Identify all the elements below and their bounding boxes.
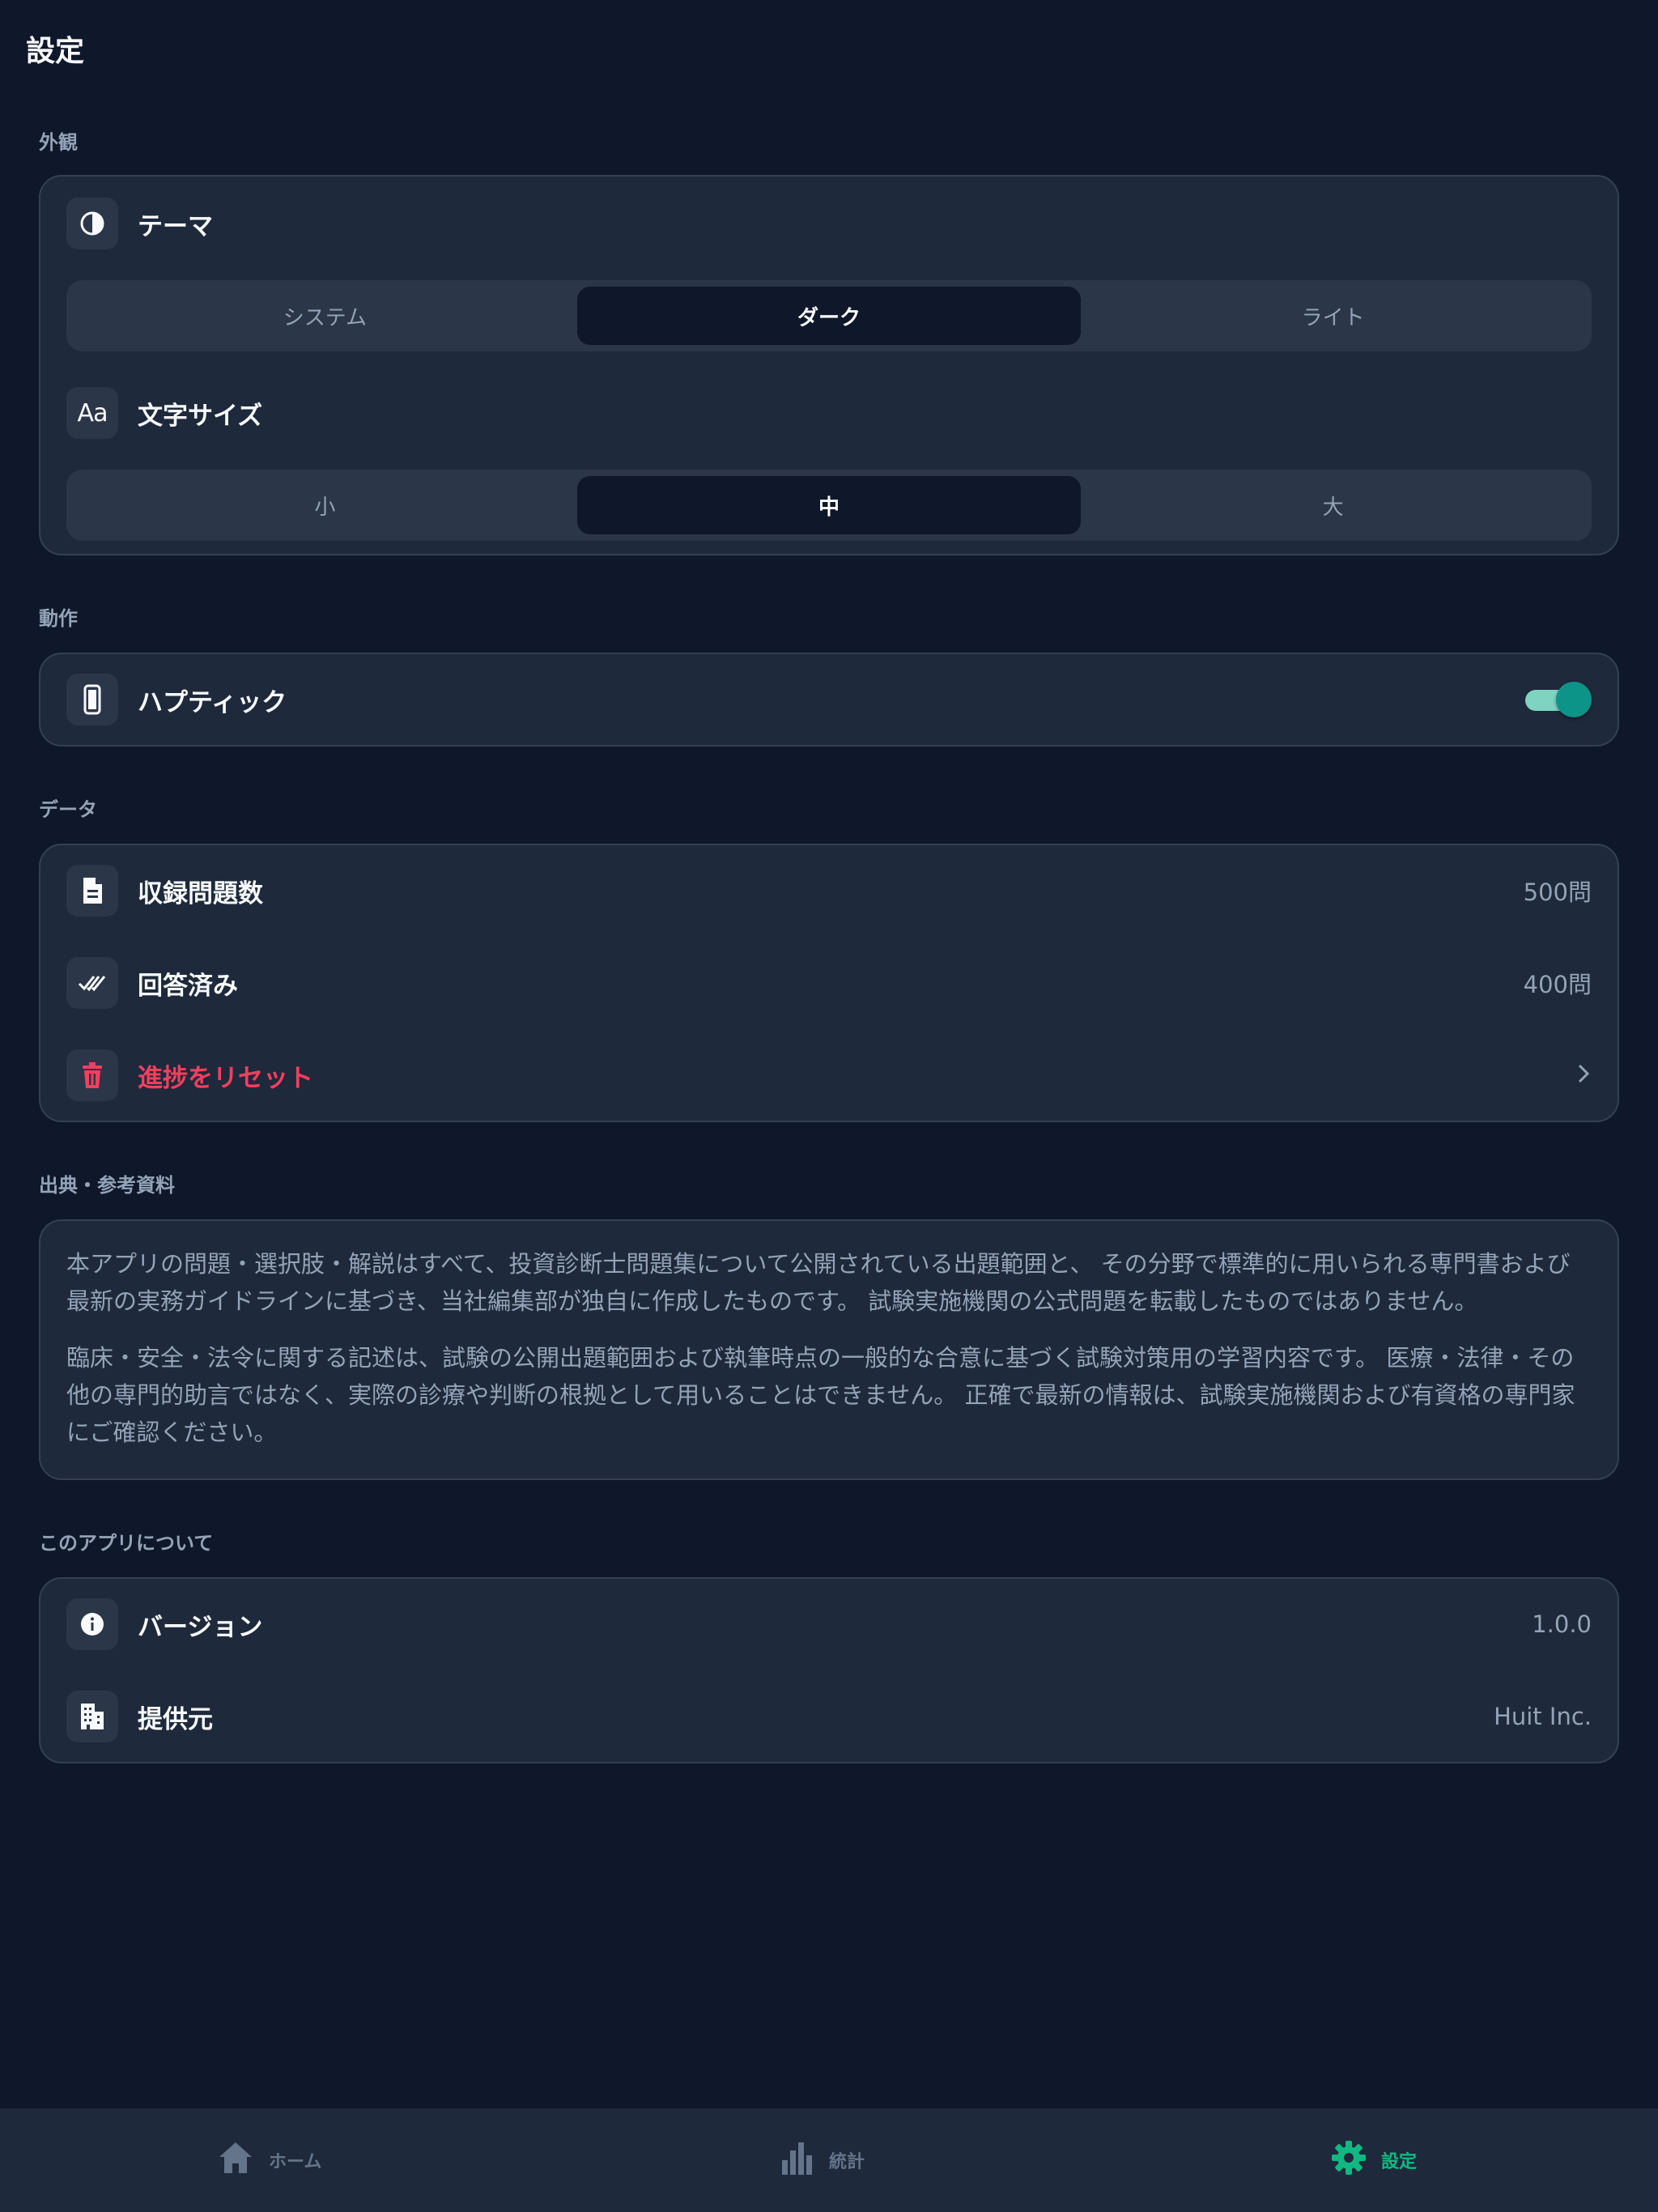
version-row: バージョン 1.0.0 (66, 1598, 1592, 1650)
nav-item-home[interactable]: ホーム (217, 2108, 321, 2212)
font-size-label: 文字サイズ (138, 401, 263, 431)
answered-row: 回答済み 400問 (66, 957, 1592, 1009)
haptic-label: ハプティック (138, 687, 287, 717)
nav-item-settings-label: 設定 (1381, 2152, 1418, 2172)
bottom-navigation: ホーム 統計 設定 (0, 2108, 1658, 2212)
provider-value: Huit Inc. (1494, 1703, 1592, 1730)
text-size-icon-glyph: Aa (77, 398, 108, 428)
reset-progress-label: 進捗をリセット (138, 1063, 313, 1093)
haptic-toggle[interactable] (1525, 682, 1592, 717)
contrast-icon (66, 198, 118, 249)
about-card: バージョン 1.0.0 提供元 Huit Inc. (39, 1577, 1619, 1763)
font-size-option-large[interactable]: 大 (1081, 476, 1585, 534)
nav-item-settings[interactable]: 設定 (1331, 2108, 1417, 2212)
theme-label: テーマ (138, 211, 213, 241)
section-label-about: このアプリについて (39, 1532, 214, 1555)
version-label: バージョン (138, 1612, 263, 1642)
building-icon (66, 1691, 118, 1742)
version-value: 1.0.0 (1532, 1610, 1592, 1638)
phone-icon (66, 674, 118, 725)
nav-item-stats-label: 統計 (829, 2152, 865, 2172)
total-questions-label: 収録問題数 (138, 878, 263, 908)
appearance-card: テーマ システム ダーク ライト Aa 文字サイズ 小 中 大 (39, 175, 1619, 555)
data-card: 収録問題数 500問 回答済み 400問 進捗をリセット (39, 844, 1619, 1122)
trash-icon (66, 1049, 118, 1101)
bar-chart-icon (780, 2139, 814, 2181)
provider-label: 提供元 (138, 1704, 213, 1734)
text-size-icon: Aa (66, 387, 118, 439)
font-size-option-small[interactable]: 小 (73, 476, 577, 534)
answered-label: 回答済み (138, 971, 238, 1001)
double-check-icon (66, 957, 118, 1009)
theme-option-light[interactable]: ライト (1081, 287, 1585, 345)
theme-option-dark[interactable]: ダーク (576, 287, 1082, 345)
document-icon (66, 865, 118, 917)
nav-item-stats[interactable]: 統計 (780, 2108, 865, 2212)
gear-icon (1331, 2140, 1367, 2180)
section-label-sources: 出典・参考資料 (39, 1174, 175, 1197)
sources-paragraph-1: 本アプリの問題・選択肢・解説はすべて、投資診断士問題集について公開されている出題… (66, 1250, 1571, 1315)
section-label-behavior: 動作 (39, 607, 78, 630)
sources-paragraph-2: 臨床・安全・法令に関する記述は、試験の公開出題範囲および執筆時点の一般的な合意に… (66, 1344, 1575, 1446)
font-size-row: Aa 文字サイズ (66, 387, 1592, 439)
behavior-card: ハプティック (39, 653, 1619, 747)
reset-progress-row[interactable]: 進捗をリセット (66, 1049, 1592, 1101)
page-title: 設定 (26, 35, 85, 68)
theme-row: テーマ (66, 198, 1592, 249)
section-label-appearance: 外観 (39, 131, 78, 154)
chevron-right-icon (1575, 1061, 1592, 1089)
theme-segmented-control: システム ダーク ライト (66, 280, 1592, 351)
info-icon (66, 1598, 118, 1650)
home-icon (217, 2140, 254, 2180)
haptic-row: ハプティック (66, 674, 1592, 725)
font-size-segmented-control: 小 中 大 (66, 470, 1592, 541)
total-questions-row: 収録問題数 500問 (66, 865, 1592, 917)
theme-option-system[interactable]: システム (73, 287, 577, 345)
sources-card: 本アプリの問題・選択肢・解説はすべて、投資診断士問題集について公開されている出題… (39, 1219, 1619, 1480)
nav-item-home-label: ホーム (269, 2152, 322, 2172)
provider-row: 提供元 Huit Inc. (66, 1691, 1592, 1742)
font-size-option-medium[interactable]: 中 (576, 476, 1082, 534)
total-questions-value: 500問 (1523, 878, 1592, 906)
answered-value: 400問 (1523, 971, 1592, 998)
section-label-data: データ (39, 798, 97, 821)
haptic-toggle-knob (1556, 682, 1592, 717)
